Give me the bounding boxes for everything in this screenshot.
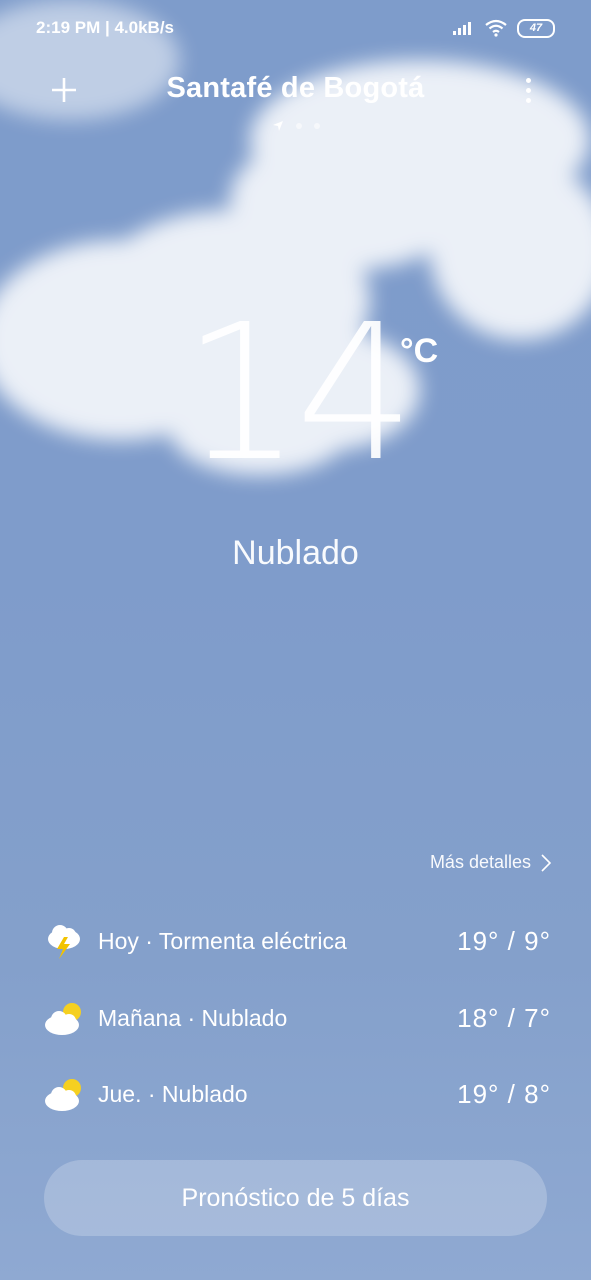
page-dot [295, 123, 302, 129]
more-details-link[interactable]: Más detalles [430, 852, 551, 873]
location-arrow-icon [272, 121, 283, 131]
partly-cloudy-icon [45, 1003, 81, 1035]
wifi-icon [485, 19, 507, 37]
status-icons: 47 [453, 18, 555, 38]
forecast-temps: 18° / 7° [457, 1002, 551, 1033]
page-dot [313, 123, 320, 129]
menu-dot-icon [525, 77, 531, 83]
status-bar: 2:19 PM | 4.0kB/s 47 [36, 14, 555, 42]
chevron-right-icon [541, 853, 551, 872]
menu-dot-icon [525, 87, 531, 93]
forecast-label: Hoy · Tormenta eléctrica [98, 927, 347, 954]
status-time: 2:19 PM | 4.0kB/s [36, 18, 174, 37]
forecast-label: Mañana · Nublado [98, 1004, 288, 1031]
temperature-unit: °C [400, 332, 439, 370]
five-day-forecast-button[interactable]: Pronóstico de 5 días [44, 1160, 547, 1236]
forecast-temps: 19° / 9° [457, 925, 551, 956]
city-title: Santafé de Bogotá [166, 72, 425, 104]
thunderstorm-icon [48, 925, 80, 959]
more-details-label: Más detalles [429, 852, 531, 872]
signal-icon [453, 22, 471, 35]
forecast-row-tomorrow[interactable]: Mañana · Nublado 18° / 7° [44, 993, 551, 1043]
page-indicator [0, 120, 591, 132]
forecast-row-thursday[interactable]: Jue. · Nublado 19° / 8° [44, 1069, 551, 1119]
current-condition: Nublado [232, 534, 359, 572]
partly-cloudy-icon [45, 1079, 81, 1111]
battery-indicator: 47 [517, 18, 555, 38]
more-options-button[interactable] [513, 72, 543, 108]
forecast-temps: 19° / 8° [457, 1078, 551, 1109]
current-temperature: 14 [181, 284, 415, 503]
menu-dot-icon [525, 97, 531, 103]
top-bar: Santafé de Bogotá [0, 66, 591, 114]
forecast-label: Jue. · Nublado [98, 1080, 248, 1107]
forecast-row-today[interactable]: Hoy · Tormenta eléctrica 19° / 9° [44, 916, 551, 966]
